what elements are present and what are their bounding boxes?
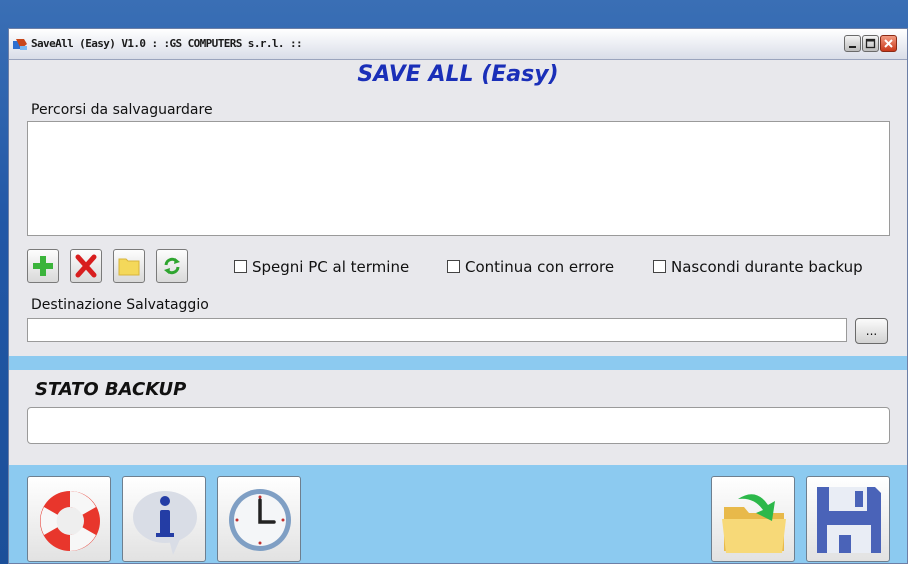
delete-icon — [75, 254, 97, 278]
close-icon — [884, 39, 893, 48]
lifebuoy-icon — [40, 491, 100, 551]
destination-label: Destinazione Salvataggio — [31, 297, 209, 313]
minimize-icon — [849, 46, 856, 48]
help-button[interactable] — [27, 476, 111, 562]
refresh-icon — [164, 257, 180, 275]
status-field — [27, 407, 890, 444]
app-title: SAVE ALL (Easy) — [357, 62, 559, 87]
checkbox-continua-errore[interactable] — [447, 260, 460, 273]
option-label: Continua con errore — [465, 258, 615, 276]
destination-input[interactable] — [27, 318, 847, 342]
separator-band — [9, 356, 907, 370]
checkbox-spegni-pc[interactable] — [234, 260, 247, 273]
app-window: SaveAll (Easy) V1.0 : :GS COMPUTERS s.r.… — [8, 28, 908, 564]
save-button[interactable] — [806, 476, 890, 562]
add-path-button[interactable] — [27, 249, 59, 283]
add-icon — [33, 256, 53, 276]
option-label: Spegni PC al termine — [252, 258, 410, 276]
window-title: SaveAll (Easy) V1.0 : :GS COMPUTERS s.r.… — [31, 37, 303, 50]
open-folder-icon — [722, 494, 786, 553]
info-icon — [133, 491, 197, 555]
minimize-button[interactable] — [844, 35, 861, 52]
refresh-button[interactable] — [156, 249, 188, 283]
paths-list[interactable] — [27, 121, 890, 236]
option-label: Nascondi durante backup — [671, 258, 863, 276]
restore-button[interactable] — [711, 476, 795, 562]
delete-path-button[interactable] — [70, 249, 102, 283]
save-floppy-icon — [817, 487, 881, 553]
checkbox-nascondi-backup[interactable] — [653, 260, 666, 273]
maximize-icon — [865, 38, 876, 49]
status-title: STATO BACKUP — [35, 379, 187, 400]
close-button[interactable] — [880, 35, 897, 52]
option-spegni-pc[interactable]: Spegni PC al termine — [234, 258, 409, 276]
option-continua-errore[interactable]: Continua con errore — [447, 258, 614, 276]
info-button[interactable] — [122, 476, 206, 562]
option-nascondi-backup[interactable]: Nascondi durante backup — [653, 258, 863, 276]
title-bar[interactable]: SaveAll (Easy) V1.0 : :GS COMPUTERS s.r.… — [9, 29, 907, 60]
clock-icon — [229, 489, 291, 551]
schedule-button[interactable] — [217, 476, 301, 562]
maximize-button[interactable] — [862, 35, 879, 52]
app-icon — [13, 39, 27, 50]
folder-button[interactable] — [113, 249, 145, 283]
paths-label: Percorsi da salvaguardare — [31, 102, 213, 118]
folder-icon — [118, 258, 140, 276]
browse-button[interactable]: ... — [855, 318, 888, 344]
